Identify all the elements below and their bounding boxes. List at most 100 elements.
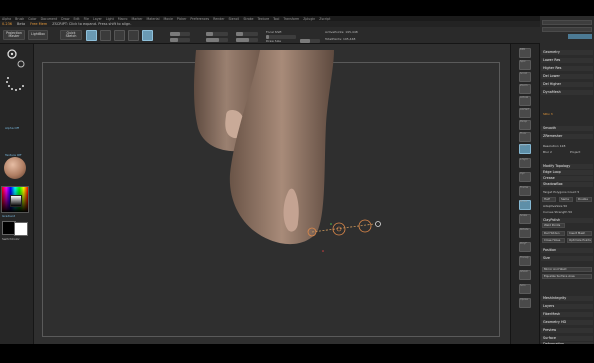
tray-section-shadowbox[interactable]: ShadowBox <box>541 182 593 187</box>
menu-item-picker[interactable]: Picker <box>177 17 187 21</box>
menu-item-macro[interactable]: Macro <box>118 17 128 21</box>
rgb-intensity-slider[interactable] <box>170 32 190 36</box>
tray-section-smooth[interactable]: Smooth <box>541 126 593 131</box>
menu-item-stroke[interactable]: Stroke <box>243 17 253 21</box>
tray-section-del-higher[interactable]: Del Higher <box>541 82 593 87</box>
shelf-button-l-sym[interactable]: L.Sym <box>519 158 531 168</box>
shelf-button-transp[interactable]: Transp <box>519 256 531 266</box>
menu-item-layer[interactable]: Layer <box>93 17 102 21</box>
tray-section-preview[interactable]: Preview <box>541 328 593 333</box>
tray-section-geometry-hd[interactable]: Geometry HD <box>541 320 593 325</box>
rotate-button[interactable] <box>142 30 153 41</box>
del-hidden-button[interactable]: Del Hidden <box>542 231 565 236</box>
tray-section-edge-loop[interactable]: Edge Loop <box>541 170 593 175</box>
half-button[interactable]: Half <box>542 197 556 202</box>
shelf-button-aahalf[interactable]: AAHalf <box>519 108 531 118</box>
menu-item-render[interactable]: Render <box>213 17 224 21</box>
menu-item-edit[interactable]: Edit <box>73 17 79 21</box>
shelf-button-ghost[interactable]: Ghost <box>519 270 531 280</box>
menu-item-transform[interactable]: Transform <box>283 17 299 21</box>
tray-section-dynamesh[interactable]: DynaMesh <box>541 90 593 95</box>
menu-item-zplugin[interactable]: Zplugin <box>303 17 315 21</box>
weld-points-button[interactable]: Weld Points <box>542 223 565 228</box>
main-color-swatch[interactable] <box>14 222 28 236</box>
tray-section-meshintegrity[interactable]: MeshIntegrity <box>541 296 593 301</box>
menu-item-light[interactable]: Light <box>106 17 114 21</box>
move-button[interactable] <box>114 30 125 41</box>
same-button[interactable]: Same <box>559 197 573 202</box>
close-holes-button[interactable]: Close Holes <box>542 238 565 243</box>
shelf-button-zoom[interactable]: Zoom <box>519 84 531 94</box>
menu-item-movie[interactable]: Movie <box>163 17 172 21</box>
tray-section-modify-topology[interactable]: Modify Topology <box>541 164 593 169</box>
tray-section-lower-res[interactable]: Lower Res <box>541 58 593 63</box>
quick-sketch-button[interactable]: Quick Sketch <box>60 30 82 40</box>
resolution-readout: Resolution 128 <box>543 144 566 148</box>
mrgb-slider[interactable] <box>206 32 228 36</box>
shelf-button-rotate[interactable]: Rotate <box>519 228 531 238</box>
tray-header-1[interactable] <box>542 20 592 25</box>
zadd-slider[interactable] <box>206 38 228 42</box>
shelf-button-polyf[interactable]: PolyF <box>519 242 531 252</box>
z-intensity-slider[interactable] <box>170 38 190 42</box>
shelf-button-spix[interactable]: Spix <box>519 60 531 70</box>
scale-button[interactable] <box>128 30 139 41</box>
zcut-slider[interactable] <box>236 38 258 42</box>
tray-section-del-lower[interactable]: Del Lower <box>541 74 593 79</box>
shelf-button-xyz[interactable]: Xyz <box>519 172 531 182</box>
tray-section-claypolish[interactable]: ClayPolish <box>541 218 593 223</box>
draw-size-slider[interactable] <box>300 39 320 43</box>
mirror-and-weld-button[interactable]: Mirror And Weld <box>542 267 592 272</box>
tray-selected-tab[interactable] <box>568 34 592 39</box>
tray-section-zremesher[interactable]: ZRemesher <box>541 134 593 139</box>
insert-mesh-button[interactable]: Insert Mesh <box>567 231 592 236</box>
zsub-slider[interactable] <box>236 32 258 36</box>
tray-header-2[interactable] <box>542 27 592 32</box>
shelf-button-move[interactable]: Move <box>519 200 531 210</box>
menu-item-marker[interactable]: Marker <box>132 17 143 21</box>
lightbox-button[interactable]: LightBox <box>28 30 48 40</box>
menu-item-file[interactable]: File <box>84 17 89 21</box>
tray-section-fibermesh[interactable]: FiberMesh <box>541 312 593 317</box>
menu-item-texture[interactable]: Texture <box>257 17 269 21</box>
shelf-button-frame[interactable]: Frame <box>519 186 531 196</box>
shelf-button-solo[interactable]: Solo <box>519 284 531 294</box>
menu-item-color[interactable]: Color <box>28 17 36 21</box>
tray-section-higher-res[interactable]: Higher Res <box>541 66 593 71</box>
shelf-button-persp[interactable]: Persp <box>519 120 531 130</box>
projection-master-button[interactable]: Projection Master <box>3 30 25 40</box>
material-sphere-icon[interactable] <box>4 157 26 179</box>
shelf-button-scroll[interactable]: Scroll <box>519 72 531 82</box>
shelf-button-bpr[interactable]: BPR <box>519 48 531 58</box>
menu-item-zscript[interactable]: Zscript <box>319 17 330 21</box>
brush-icon[interactable] <box>4 47 26 69</box>
tray-section-crease[interactable]: Crease <box>541 176 593 181</box>
edit-button[interactable] <box>86 30 97 41</box>
tray-section-size[interactable]: Size <box>541 256 593 261</box>
menu-item-brush[interactable]: Brush <box>15 17 24 21</box>
tray-section-layers[interactable]: Layers <box>541 304 593 309</box>
model-viewport[interactable] <box>34 44 510 344</box>
shelf-button-xpose[interactable]: Xpose <box>519 298 531 308</box>
optimize-points-button[interactable]: Optimize Points <box>567 238 592 243</box>
double-button[interactable]: Double <box>576 197 592 202</box>
shelf-button-local[interactable]: Local <box>519 144 531 154</box>
stroke-dots-icon[interactable] <box>4 72 26 94</box>
tray-section-position[interactable]: Position <box>541 248 593 253</box>
tray-section-geometry[interactable]: Geometry <box>541 50 593 55</box>
menu-item-draw[interactable]: Draw <box>61 17 69 21</box>
menu-item-material[interactable]: Material <box>147 17 160 21</box>
shelf-button-floor[interactable]: Floor <box>519 132 531 142</box>
menu-item-preferences[interactable]: Preferences <box>190 17 209 21</box>
menu-item-alpha[interactable]: Alpha <box>2 17 11 21</box>
color-picker-icon[interactable] <box>1 186 29 213</box>
menu-item-stencil[interactable]: Stencil <box>229 17 240 21</box>
shelf-button-actual[interactable]: Actual <box>519 96 531 106</box>
shelf-button-scale[interactable]: Scale <box>519 214 531 224</box>
menu-item-document[interactable]: Document <box>41 17 58 21</box>
tray-section-surface[interactable]: Surface <box>541 336 593 341</box>
draw-button[interactable] <box>100 30 111 41</box>
menu-item-tool[interactable]: Tool <box>273 17 279 21</box>
equalize-surface-button[interactable]: Equalize Surface Area <box>542 274 592 279</box>
tool-tray: SDiv 3 Resolution 128 Blur 2 Project Tar… <box>540 16 594 347</box>
